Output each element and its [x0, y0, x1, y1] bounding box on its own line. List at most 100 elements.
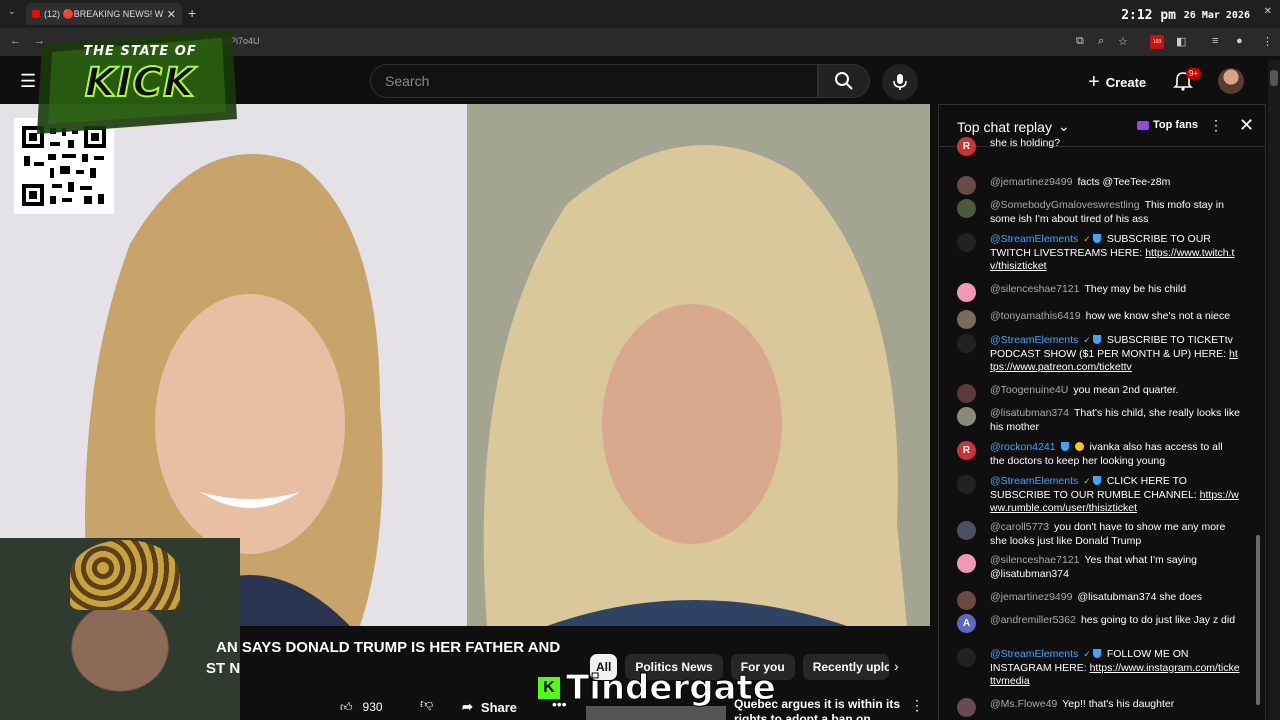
tab-list-icon[interactable]: ⌄ [8, 6, 16, 17]
chat-text: @lisatubman374 she does [1077, 591, 1202, 603]
chat-author[interactable]: @jemartinez9499 [990, 591, 1072, 603]
browser-menu-icon[interactable]: ⋮ [1262, 35, 1273, 48]
chat-author[interactable]: @StreamElements [990, 648, 1078, 660]
chat-author[interactable]: @silenceshae7121 [990, 283, 1079, 295]
media-icon[interactable]: ≡ [1212, 35, 1218, 47]
chat-author[interactable]: @StreamElements [990, 334, 1078, 346]
chat-avatar[interactable] [957, 176, 976, 195]
verified-check-icon: ✓ [1083, 234, 1091, 244]
search-input[interactable] [385, 73, 817, 89]
chat-avatar[interactable] [957, 521, 976, 540]
create-label: Create [1105, 74, 1147, 90]
chat-avatar[interactable] [957, 384, 976, 403]
page-scrollbar[interactable] [1268, 60, 1280, 720]
like-button[interactable]: 👍︎ 930 [340, 694, 383, 720]
create-button[interactable]: + Create [1078, 66, 1156, 98]
new-tab-icon[interactable]: + [188, 5, 196, 21]
chat-avatar[interactable]: A [957, 614, 976, 633]
chat-author[interactable]: @Ms.Flowe49 [990, 698, 1057, 710]
window-close-icon[interactable]: ✕ [1264, 6, 1272, 17]
chat-close-icon[interactable]: ✕ [1239, 115, 1254, 136]
share-icon: ➦ [462, 699, 473, 714]
top-fans-button[interactable]: Top fans [1137, 119, 1198, 131]
chat-avatar[interactable] [957, 648, 976, 667]
browser-tab[interactable]: (12) 🔴BREAKING NEWS! W ✕ [26, 3, 182, 25]
chat-author[interactable]: @jemartinez9499 [990, 176, 1072, 188]
live-chat-panel: Top chat replay ⌄ Top fans ⋮ ✕ Rshe is h… [938, 104, 1266, 720]
chat-avatar[interactable]: R [957, 441, 976, 460]
microphone-icon [893, 74, 907, 90]
extensions-icon[interactable]: ◧ [1176, 35, 1186, 48]
recommended-thumbnail[interactable] [586, 706, 726, 720]
account-avatar[interactable] [1218, 68, 1244, 94]
overlay-text: Tindergate [566, 668, 777, 709]
logo-line2: KICK [84, 59, 196, 107]
chat-text: she is holding? [990, 137, 1061, 149]
install-icon[interactable]: ⧉ [1076, 35, 1084, 48]
extension-badge[interactable]: 103 [1150, 35, 1164, 49]
moderator-shield-icon [1092, 476, 1101, 485]
verified-check-icon: ✓ [1083, 335, 1091, 345]
back-icon[interactable]: ← [10, 35, 21, 47]
recommended-menu-icon[interactable]: ⋮ [910, 697, 924, 714]
video-frame-right-photo [467, 104, 930, 626]
video-title-line2: ST N [206, 660, 241, 677]
chat-text: facts @TeeTee-z8m [1077, 176, 1171, 188]
chat-author[interactable]: @rockon4241 [990, 441, 1056, 453]
chat-avatar[interactable] [957, 475, 976, 494]
chat-author[interactable]: @StreamElements [990, 475, 1078, 487]
dislike-button[interactable]: 👎︎ [420, 696, 433, 712]
page-scrollbar-thumb[interactable] [1270, 70, 1278, 86]
chat-avatar[interactable] [957, 591, 976, 610]
chat-avatar[interactable] [957, 698, 976, 717]
stream-overlay-banner: K Tindergate [538, 668, 777, 709]
chat-avatar[interactable] [957, 310, 976, 329]
member-star-icon [1074, 442, 1084, 451]
chat-author[interactable]: @andremiller5362 [990, 614, 1076, 626]
share-button[interactable]: ➦ Share [462, 694, 517, 720]
profile-icon[interactable]: ● [1236, 35, 1243, 47]
thumbs-up-icon: 👍︎ [340, 699, 353, 714]
chat-text: you mean 2nd quarter. [1073, 384, 1179, 396]
tab-title: (12) 🔴BREAKING NEWS! W [44, 8, 163, 19]
share-label: Share [480, 699, 518, 715]
verified-check-icon: ✓ [1083, 476, 1091, 486]
verified-check-icon: ✓ [1083, 649, 1091, 659]
chat-author[interactable]: @tonyamathis6419 [990, 310, 1081, 322]
zoom-icon[interactable]: ⌕ [1098, 35, 1104, 48]
moderator-shield-icon [1092, 649, 1101, 658]
clock: 2:12 pm [1121, 8, 1176, 23]
chat-avatar[interactable] [957, 554, 976, 573]
chip-recently-uploaded[interactable]: Recently uploa [802, 654, 889, 680]
chevron-down-icon: ⌄ [1057, 118, 1070, 134]
chat-avatar[interactable] [957, 407, 976, 426]
chat-avatar[interactable] [957, 283, 976, 302]
chat-more-icon[interactable]: ⋮ [1209, 117, 1223, 134]
chat-avatar[interactable] [957, 334, 976, 353]
plus-icon: + [1088, 70, 1100, 93]
chat-avatar[interactable] [957, 233, 976, 252]
chat-author[interactable]: @StreamElements [990, 233, 1078, 245]
search-icon [835, 72, 853, 90]
moderator-shield-icon [1060, 442, 1069, 451]
top-fans-icon [1137, 120, 1149, 130]
close-tab-icon[interactable]: ✕ [167, 8, 176, 21]
bookmark-star-icon[interactable]: ☆ [1118, 35, 1128, 48]
chat-author[interactable]: @SomebodyGmaloveswrestling [990, 199, 1140, 211]
moderator-shield-icon [1092, 234, 1101, 243]
chat-author[interactable]: @Toogenuine4U [990, 384, 1068, 396]
search-box[interactable] [370, 64, 818, 98]
chat-author[interactable]: @lisatubman374 [990, 407, 1069, 419]
video-title: AN SAYS DONALD TRUMP IS HER FATHER AND [216, 639, 561, 656]
chat-scrollbar[interactable] [1256, 535, 1260, 705]
search-button[interactable] [818, 64, 870, 98]
chat-avatar[interactable] [957, 199, 976, 218]
chat-mode-dropdown[interactable]: Top chat replay ⌄ [957, 118, 1070, 135]
chat-author[interactable]: @caroll5773 [990, 521, 1049, 533]
chat-avatar[interactable]: R [957, 137, 976, 156]
chat-text: They may be his child [1084, 283, 1187, 295]
date: 26 Mar 2026 [1183, 10, 1250, 21]
chat-author[interactable]: @silenceshae7121 [990, 554, 1079, 566]
chevron-right-icon[interactable]: › [894, 658, 899, 674]
voice-search-button[interactable] [882, 64, 918, 100]
